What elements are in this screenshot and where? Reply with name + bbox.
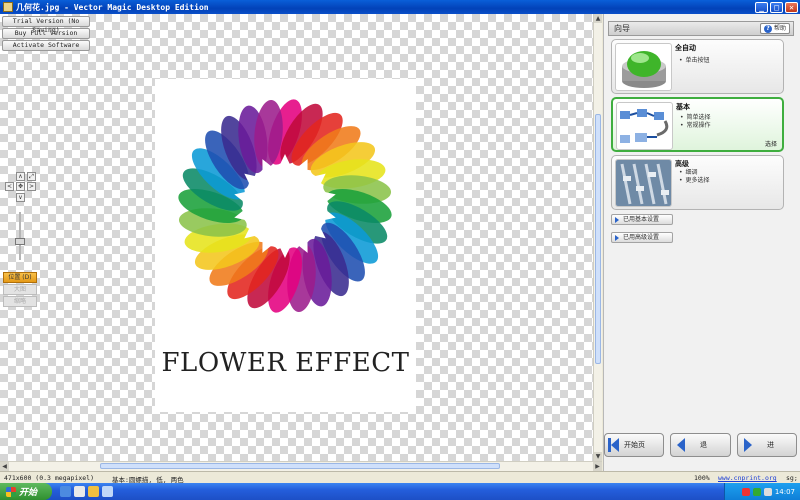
- status-bar: 471x600 (0.3 megapixel) 基本:圆螺描, 低, 两色 10…: [0, 471, 800, 484]
- view-large-button[interactable]: 大图: [3, 284, 37, 295]
- back-label: 退: [700, 441, 707, 449]
- close-button[interactable]: ✕: [785, 1, 798, 13]
- tray-app-icon[interactable]: [741, 487, 750, 496]
- advanced-settings-button[interactable]: 已用高级设置: [611, 232, 673, 243]
- status-corner-text: sg;: [786, 474, 798, 482]
- wizard-header-title: 向导: [614, 24, 630, 33]
- card-title: 基本: [676, 103, 690, 111]
- expand-icon[interactable]: ⤢: [27, 172, 36, 181]
- trial-button-group: Trial Version (No Saving) Buy Full Versi…: [2, 16, 90, 52]
- system-tray: 14:07: [724, 483, 800, 500]
- start-button[interactable]: 开始: [0, 483, 52, 500]
- fit-view-icon[interactable]: ✥: [16, 182, 25, 191]
- pan-up-button[interactable]: ∧: [16, 172, 25, 181]
- tray-volume-icon[interactable]: [763, 487, 772, 496]
- tray-network-icon[interactable]: [752, 487, 761, 496]
- app-icon: [3, 2, 13, 12]
- scroll-up-icon[interactable]: ▲: [594, 14, 602, 23]
- card-selected-label: 选择: [764, 141, 777, 148]
- back-button[interactable]: 退: [670, 433, 731, 457]
- basic-settings-button[interactable]: 已用基本设置: [611, 214, 673, 225]
- card-title: 全自动: [675, 44, 696, 52]
- taskbar: 开始 14:07: [0, 483, 800, 500]
- card-bullet: 常规操作: [676, 120, 711, 129]
- mode-card-advanced[interactable]: 高级 细调 更多选择: [611, 155, 784, 210]
- scroll-left-icon[interactable]: ◀: [0, 462, 9, 471]
- activate-software-button[interactable]: Activate Software: [2, 40, 90, 51]
- scroll-down-icon[interactable]: ▼: [594, 452, 602, 461]
- view-position-button[interactable]: 位置 (D): [3, 272, 37, 283]
- minimize-button[interactable]: _: [755, 1, 768, 13]
- view-mode-panel: 位置 (D) 大图 缩略: [3, 272, 37, 308]
- mode-card-basic[interactable]: 基本 简单选择 常规操作 选择: [611, 97, 784, 152]
- play-icon: [615, 235, 619, 241]
- clock: 14:07: [774, 487, 795, 496]
- windows-flag-icon: [6, 486, 16, 497]
- desktop-icon[interactable]: [60, 486, 71, 497]
- next-button[interactable]: 进: [737, 433, 797, 457]
- buy-full-version-button[interactable]: Buy Full Version: [2, 28, 90, 39]
- start-page-label: 开始页: [624, 441, 645, 449]
- vertical-scroll-thumb[interactable]: [595, 114, 601, 364]
- advanced-settings-label: 已用高级设置: [623, 234, 660, 241]
- flower-graphic: [178, 99, 392, 313]
- flowchart-thumbnail: [616, 102, 673, 150]
- home-arrow-icon: [611, 438, 619, 452]
- trial-version-button[interactable]: Trial Version (No Saving): [2, 16, 90, 34]
- help-button[interactable]: ? 帮助: [759, 23, 790, 34]
- wizard-header: 向导 ? 帮助: [608, 21, 794, 36]
- card-bullet: 单击按钮: [675, 55, 710, 64]
- window-icon[interactable]: [102, 486, 113, 497]
- left-arrow-icon: [677, 438, 685, 452]
- basic-settings-label: 已用基本设置: [623, 216, 660, 223]
- explorer-icon[interactable]: [74, 486, 85, 497]
- right-arrow-icon: [744, 438, 752, 452]
- scroll-right-icon[interactable]: ▶: [593, 462, 602, 471]
- next-label: 进: [767, 441, 774, 449]
- horizontal-scrollbar[interactable]: ◀ ▶: [0, 461, 602, 471]
- folder-icon[interactable]: [88, 486, 99, 497]
- window-title: 几何花.jpg - Vector Magic Desktop Edition: [16, 2, 209, 12]
- image-caption: FLOWER EFFECT: [161, 348, 410, 378]
- horizontal-scroll-thumb[interactable]: [100, 463, 500, 469]
- pan-right-button[interactable]: >: [27, 182, 36, 191]
- start-label: 开始: [19, 488, 38, 498]
- pan-down-button[interactable]: ∨: [16, 193, 25, 202]
- play-icon: [615, 217, 619, 223]
- zoom-slider-track[interactable]: [19, 212, 21, 260]
- question-icon: ?: [763, 24, 772, 33]
- wizard-panel: 向导 ? 帮助 全自动 单击按钮: [603, 14, 800, 471]
- zoom-level: 100%: [694, 474, 710, 482]
- image-info: 471x600 (0.3 megapixel): [4, 474, 95, 482]
- view-thumbnail-button[interactable]: 缩略: [3, 296, 37, 307]
- zoom-slider-thumb[interactable]: [15, 238, 25, 245]
- card-bullet: 更多选择: [675, 175, 710, 184]
- green-button-thumbnail: [615, 43, 672, 91]
- maximize-button[interactable]: □: [770, 1, 783, 13]
- vertical-scrollbar[interactable]: ▲ ▼: [593, 14, 602, 461]
- source-image: FLOWER EFFECT: [155, 79, 416, 412]
- website-link[interactable]: www.cnprint.org: [718, 474, 777, 482]
- mixer-thumbnail: [615, 159, 672, 207]
- mode-card-auto[interactable]: 全自动 单击按钮: [611, 39, 784, 94]
- help-label: 帮助: [773, 25, 786, 32]
- start-page-button[interactable]: 开始页: [604, 433, 664, 457]
- title-bar: 几何花.jpg - Vector Magic Desktop Edition _…: [0, 0, 800, 14]
- pan-left-button[interactable]: <: [5, 182, 14, 191]
